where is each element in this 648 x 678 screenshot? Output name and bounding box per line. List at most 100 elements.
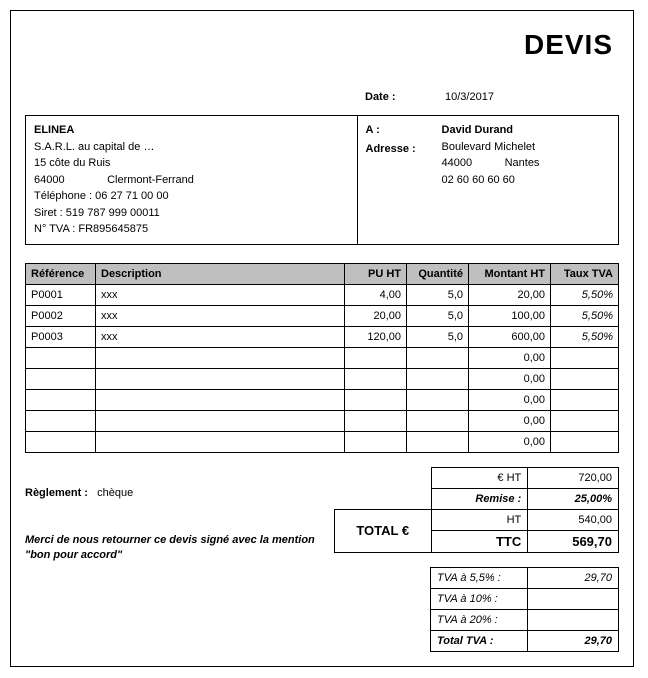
tva-total-value: 29,70 (527, 630, 618, 651)
date-value: 10/3/2017 (445, 91, 494, 103)
cell-mht: 20,00 (469, 284, 551, 305)
client-city: Nantes (505, 157, 540, 169)
cell-ref: P0003 (26, 326, 96, 347)
total-ht-value: 720,00 (528, 467, 619, 488)
cell-pu: 20,00 (345, 305, 407, 326)
cell-qte (407, 368, 469, 389)
total-ttc-label: TTC (431, 530, 528, 552)
client-addr-label: Adresse : (366, 141, 442, 158)
cell-qte: 5,0 (407, 284, 469, 305)
items-header-row: Référence Description PU HT Quantité Mon… (26, 263, 619, 284)
cell-desc (96, 410, 345, 431)
tva-total-label: Total TVA : (430, 630, 527, 651)
cell-qte: 5,0 (407, 305, 469, 326)
company-city-row: 64000 Clermont-Ferrand (34, 172, 349, 189)
cell-mht: 0,00 (469, 347, 551, 368)
company-block: ELINEA S.A.R.L. au capital de … 15 côte … (26, 116, 358, 244)
items-table: Référence Description PU HT Quantité Mon… (25, 263, 619, 453)
remise-label: Remise : (431, 488, 528, 509)
table-row: P0001xxx4,005,020,005,50% (26, 284, 619, 305)
company-phone: 06 27 71 00 00 (95, 190, 168, 202)
below-section: Règlement : chèque Merci de nous retourn… (25, 467, 619, 652)
payment-label: Règlement : (25, 487, 88, 499)
col-ref: Référence (26, 263, 96, 284)
totals-table: € HT 720,00 Remise : 25,00% TOTAL € HT 5… (334, 467, 619, 553)
cell-tva (551, 389, 619, 410)
col-pu: PU HT (345, 263, 407, 284)
cell-tva: 5,50% (551, 284, 619, 305)
client-zip: 44000 (442, 155, 502, 172)
total-ht-label: € HT (431, 467, 528, 488)
col-mht: Montant HT (469, 263, 551, 284)
cell-qte (407, 347, 469, 368)
col-tva: Taux TVA (551, 263, 619, 284)
table-row: 0,00 (26, 410, 619, 431)
company-siret: 519 787 999 00011 (66, 207, 160, 219)
company-phone-row: Téléphone : 06 27 71 00 00 (34, 188, 349, 205)
company-siret-label: Siret : (34, 207, 63, 219)
cell-desc (96, 368, 345, 389)
cell-ref (26, 410, 96, 431)
cell-pu (345, 389, 407, 410)
client-phone: 02 60 60 60 60 (442, 172, 540, 189)
payment-value: chèque (97, 487, 133, 499)
col-desc: Description (96, 263, 345, 284)
tva10-label: TVA à 10% : (430, 588, 527, 609)
cell-desc (96, 389, 345, 410)
cell-tva (551, 431, 619, 452)
cell-ref (26, 431, 96, 452)
company-vat: FR895645875 (78, 223, 148, 235)
total-ttc-value: 569,70 (528, 530, 619, 552)
company-street: 15 côte du Ruis (34, 155, 349, 172)
cell-ref (26, 389, 96, 410)
company-vat-row: N° TVA : FR895645875 (34, 221, 349, 238)
date-row: Date : 10/3/2017 (365, 91, 619, 103)
cell-desc: xxx (96, 305, 345, 326)
company-zip: 64000 (34, 172, 104, 189)
tva55-value: 29,70 (527, 567, 618, 588)
cell-mht: 0,00 (469, 389, 551, 410)
cell-pu: 120,00 (345, 326, 407, 347)
table-row: 0,00 (26, 347, 619, 368)
client-to-label: A : (366, 122, 442, 139)
tva-detail-table: TVA à 5,5% : 29,70 TVA à 10% : TVA à 20%… (430, 567, 619, 652)
cell-pu (345, 410, 407, 431)
tva55-label: TVA à 5,5% : (430, 567, 527, 588)
client-block: A : Adresse : David Durand Boulevard Mic… (358, 116, 618, 244)
company-phone-label: Téléphone : (34, 190, 92, 202)
cell-tva (551, 410, 619, 431)
total-eur-label: TOTAL € (334, 509, 431, 552)
cell-desc: xxx (96, 284, 345, 305)
cell-tva: 5,50% (551, 305, 619, 326)
cell-qte (407, 389, 469, 410)
cell-mht: 0,00 (469, 368, 551, 389)
payment-row: Règlement : chèque (25, 487, 334, 499)
client-city-row: 44000 Nantes (442, 155, 540, 172)
cell-qte: 5,0 (407, 326, 469, 347)
cell-ref: P0001 (26, 284, 96, 305)
quote-document: DEVIS Date : 10/3/2017 ELINEA S.A.R.L. a… (10, 10, 634, 667)
cell-mht: 100,00 (469, 305, 551, 326)
table-row: P0003xxx120,005,0600,005,50% (26, 326, 619, 347)
cell-qte (407, 431, 469, 452)
company-city: Clermont-Ferrand (107, 174, 194, 186)
cell-pu (345, 431, 407, 452)
footnote: Merci de nous retourner ce devis signé a… (25, 533, 334, 564)
cell-pu (345, 347, 407, 368)
tva10-value (527, 588, 618, 609)
table-row: 0,00 (26, 431, 619, 452)
client-street: Boulevard Michelet (442, 139, 540, 156)
cell-pu: 4,00 (345, 284, 407, 305)
client-name: David Durand (442, 122, 540, 139)
cell-ref: P0002 (26, 305, 96, 326)
table-row: P0002xxx20,005,0100,005,50% (26, 305, 619, 326)
tva20-value (527, 609, 618, 630)
company-legal: S.A.R.L. au capital de … (34, 139, 349, 156)
cell-tva (551, 368, 619, 389)
cell-mht: 600,00 (469, 326, 551, 347)
col-qte: Quantité (407, 263, 469, 284)
cell-qte (407, 410, 469, 431)
cell-ref (26, 368, 96, 389)
cell-ref (26, 347, 96, 368)
cell-pu (345, 368, 407, 389)
